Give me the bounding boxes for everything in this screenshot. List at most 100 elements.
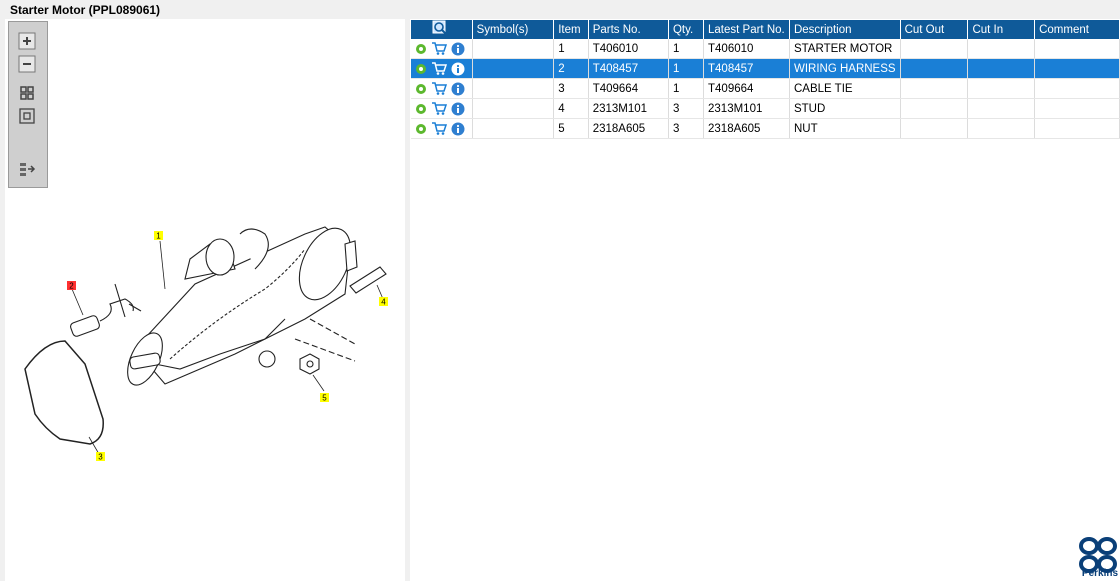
cell-latest-part-no: T409664: [703, 78, 790, 99]
fit-all-icon[interactable]: [18, 84, 36, 102]
cell-qty: 1: [668, 39, 705, 59]
cell-parts-no: 2313M101: [588, 98, 669, 119]
cell-cut-out: [900, 58, 969, 79]
search-icon[interactable]: [432, 20, 450, 36]
header-parts-no[interactable]: Parts No.: [588, 20, 669, 39]
starter-motor-illustration: [127, 226, 358, 386]
callout-3[interactable]: 3: [96, 452, 105, 462]
svg-text:3: 3: [98, 453, 103, 462]
cell-parts-no: T409664: [588, 78, 669, 99]
callout-1[interactable]: 1: [154, 231, 163, 241]
cell-comment: [1034, 78, 1120, 99]
cell-symbols: [472, 78, 555, 99]
gear-icon[interactable]: [415, 63, 427, 75]
cell-symbols: [472, 39, 555, 59]
svg-text:4: 4: [381, 298, 386, 307]
gear-icon[interactable]: [415, 103, 427, 115]
drawing-pane[interactable]: 1 2 3 4 5: [5, 19, 405, 581]
window-title: Starter Motor (PPL089061): [10, 3, 161, 17]
cart-icon[interactable]: [431, 122, 447, 135]
parts-list-pane: Symbol(s) Item Parts No. Qty. Latest Par…: [410, 19, 1120, 581]
table-row[interactable]: 1 T406010 1 T406010 STARTER MOTOR: [411, 39, 1120, 59]
svg-text:2: 2: [69, 282, 74, 291]
callout-4[interactable]: 4: [379, 297, 388, 307]
cell-item: 1: [553, 39, 589, 59]
cell-symbols: [472, 58, 555, 79]
cell-symbols: [472, 118, 555, 139]
cell-latest-part-no: 2313M101: [703, 98, 790, 119]
cell-item: 4: [553, 98, 589, 119]
search-column-header[interactable]: [411, 20, 473, 39]
cell-description: STARTER MOTOR: [789, 39, 901, 59]
table-row[interactable]: 5 2318A605 3 2318A605 NUT: [411, 118, 1120, 139]
callout-2[interactable]: 2: [67, 281, 76, 291]
cell-parts-no: T406010: [588, 39, 669, 59]
gear-icon[interactable]: [415, 43, 427, 55]
cell-description: WIRING HARNESS: [789, 58, 901, 79]
info-icon[interactable]: [451, 82, 465, 96]
table-header-row: Symbol(s) Item Parts No. Qty. Latest Par…: [411, 20, 1120, 39]
cable-tie-illustration: [24, 340, 104, 445]
cell-item: 5: [553, 118, 589, 139]
header-description[interactable]: Description: [789, 20, 901, 39]
fit-window-icon[interactable]: [18, 107, 36, 125]
cell-cut-in: [967, 39, 1036, 59]
zoom-out-icon[interactable]: [18, 55, 36, 73]
header-cut-in[interactable]: Cut In: [967, 20, 1036, 39]
cell-description: NUT: [789, 118, 901, 139]
gear-icon[interactable]: [415, 123, 427, 135]
callout-5[interactable]: 5: [320, 393, 329, 403]
info-icon[interactable]: [451, 122, 465, 136]
info-icon[interactable]: [451, 62, 465, 76]
cell-item: 3: [553, 78, 589, 99]
cell-parts-no: 2318A605: [588, 118, 669, 139]
wiring-harness-illustration: [70, 283, 142, 337]
cart-icon[interactable]: [431, 62, 447, 75]
cell-parts-no: T408457: [588, 58, 669, 79]
cell-cut-in: [967, 58, 1036, 79]
cell-qty: 3: [668, 118, 705, 139]
title-bar: Starter Motor (PPL089061): [0, 0, 1120, 19]
cell-comment: [1034, 98, 1120, 119]
table-row[interactable]: 3 T409664 1 T409664 CABLE TIE: [411, 78, 1120, 99]
info-icon[interactable]: [451, 102, 465, 116]
header-cut-out[interactable]: Cut Out: [900, 20, 969, 39]
table-row-selected[interactable]: 2 T408457 1 T408457 WIRING HARNESS: [411, 58, 1120, 79]
cell-cut-in: [967, 98, 1036, 119]
cell-cut-in: [967, 78, 1036, 99]
cell-comment: [1034, 118, 1120, 139]
cell-symbols: [472, 98, 555, 119]
table-row[interactable]: 4 2313M101 3 2313M101 STUD: [411, 98, 1120, 119]
cart-icon[interactable]: [431, 82, 447, 95]
perkins-logo-text: Perkins: [1081, 568, 1119, 579]
cell-latest-part-no: T408457: [703, 58, 790, 79]
zoom-in-icon[interactable]: [18, 32, 36, 50]
cell-latest-part-no: 2318A605: [703, 118, 790, 139]
svg-text:1: 1: [156, 232, 161, 241]
exploded-drawing[interactable]: 1 2 3 4 5: [5, 19, 405, 579]
cell-comment: [1034, 58, 1120, 79]
svg-text:5: 5: [322, 394, 327, 403]
info-icon[interactable]: [451, 42, 465, 56]
cart-icon[interactable]: [431, 102, 447, 115]
cart-icon[interactable]: [431, 42, 447, 55]
cell-item: 2: [553, 58, 589, 79]
parts-table: Symbol(s) Item Parts No. Qty. Latest Par…: [411, 20, 1120, 139]
export-list-icon[interactable]: [18, 160, 36, 178]
cell-qty: 1: [668, 78, 705, 99]
cell-cut-in: [967, 118, 1036, 139]
cell-cut-out: [900, 98, 969, 119]
cell-description: CABLE TIE: [789, 78, 901, 99]
header-comment[interactable]: Comment: [1034, 20, 1120, 39]
header-latest-part-no[interactable]: Latest Part No.: [703, 20, 790, 39]
nut-illustration: [299, 353, 320, 375]
cell-cut-out: [900, 118, 969, 139]
header-symbols[interactable]: Symbol(s): [472, 20, 555, 39]
gear-icon[interactable]: [415, 83, 427, 95]
header-item[interactable]: Item: [553, 20, 589, 39]
cell-comment: [1034, 39, 1120, 59]
header-qty[interactable]: Qty.: [668, 20, 705, 39]
cell-qty: 1: [668, 58, 705, 79]
stud-illustration: [349, 266, 387, 294]
view-toolbar: [8, 21, 48, 188]
